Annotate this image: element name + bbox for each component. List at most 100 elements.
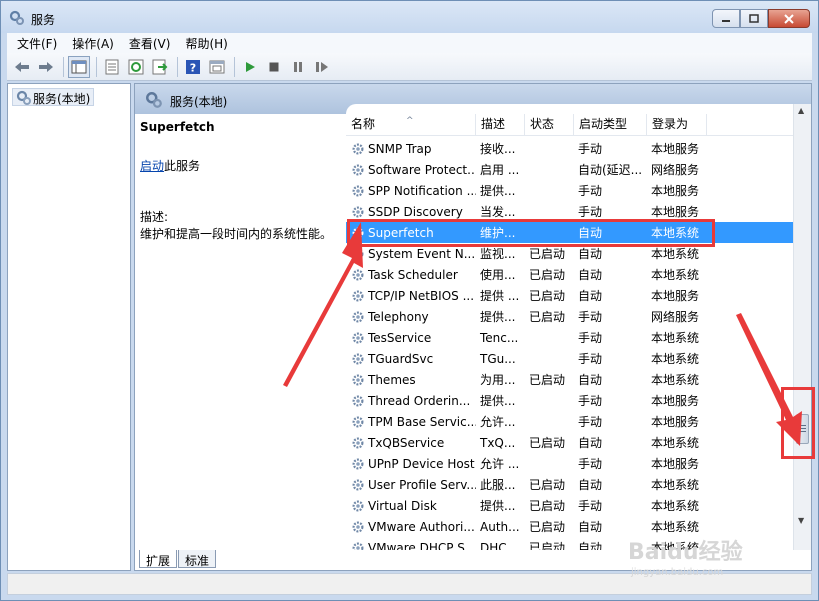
help-icon: ? [186, 59, 200, 74]
service-name: VMware DHCP S... [368, 540, 476, 551]
column-header-startup-type[interactable]: 启动类型 [574, 114, 647, 136]
services-gear-icon [146, 92, 162, 108]
service-status: 已启动 [529, 373, 566, 387]
gear-icon [352, 374, 364, 385]
resume-service-button[interactable] [311, 56, 333, 78]
service-description: 当发... [480, 205, 516, 219]
column-name-label: 名称 [351, 117, 376, 131]
service-logon: 本地系统 [651, 226, 700, 240]
service-description: TxQ... [480, 435, 516, 450]
table-row[interactable]: Superfetch 维护... 自动 本地系统 [346, 219, 793, 247]
selected-service-name: Superfetch [140, 120, 215, 134]
description-label: 描述: [140, 210, 169, 224]
service-name: SNMP Trap [368, 141, 432, 156]
help-button[interactable]: ? [182, 56, 204, 78]
column-header-name[interactable]: 名称 ^ [346, 114, 476, 136]
maximize-button[interactable] [740, 9, 768, 28]
gear-icon [352, 311, 364, 322]
close-button[interactable] [768, 9, 810, 28]
column-header-status[interactable]: 状态 [525, 114, 574, 136]
service-name-cell: Thread Orderin... [346, 394, 476, 408]
back-button[interactable] [11, 56, 33, 78]
service-startup-type: 手动 [578, 415, 603, 429]
minimize-button[interactable] [712, 9, 740, 28]
service-startup-type: 手动 [578, 184, 603, 198]
forward-button[interactable] [35, 56, 57, 78]
service-status: 已启动 [529, 499, 566, 513]
snapin-button[interactable] [206, 56, 228, 78]
gear-icon [352, 479, 364, 490]
forward-icon [39, 61, 53, 72]
scroll-down-icon[interactable]: ▼ [798, 516, 804, 525]
refresh-button[interactable] [125, 56, 147, 78]
service-startup-type: 自动 [578, 247, 603, 261]
service-name-cell: Virtual Disk [346, 499, 476, 513]
service-name: TCP/IP NetBIOS ... [368, 288, 475, 303]
service-startup-type: 自动 [578, 289, 603, 303]
menu-file[interactable]: 文件(F) [17, 35, 57, 52]
start-service-line: 启动此服务 [140, 157, 200, 174]
stop-service-button[interactable] [263, 56, 285, 78]
table-row[interactable]: Thread Orderin... 提供... 手动 本地服务 [346, 390, 793, 411]
service-name: User Profile Serv... [368, 477, 476, 492]
pause-service-button[interactable] [287, 56, 309, 78]
table-row[interactable]: Virtual Disk 提供... 已启动 手动 本地系统 [346, 495, 793, 516]
column-header-description[interactable]: 描述 [476, 114, 525, 136]
menu-action[interactable]: 操作(A) [72, 35, 114, 52]
tab-extended[interactable]: 扩展 [139, 550, 178, 568]
service-name: Software Protect... [368, 162, 476, 177]
console-tree-button[interactable] [68, 55, 90, 78]
service-name: Virtual Disk [368, 498, 437, 513]
column-status-label: 状态 [530, 117, 555, 131]
table-row[interactable]: SSDP Discovery 当发... 手动 本地服务 [346, 201, 793, 222]
menu-view[interactable]: 查看(V) [129, 35, 171, 52]
start-service-link[interactable]: 启动 [140, 159, 164, 173]
service-description: Tenc... [480, 330, 519, 345]
column-header-logon[interactable]: 登录为 [647, 114, 707, 136]
snapin-icon [209, 60, 225, 73]
tree-item-services-local[interactable]: 服务(本地) [12, 88, 95, 106]
properties-button[interactable] [101, 56, 123, 78]
vertical-scrollbar[interactable]: ▲ ▼ [793, 104, 811, 550]
table-row[interactable]: User Profile Serv... 此服... 已启动 自动 本地系统 [346, 474, 793, 495]
gear-icon [352, 521, 364, 532]
table-row[interactable]: UPnP Device Host 允许 ... 手动 本地服务 [346, 453, 793, 474]
tab-standard[interactable]: 标准 [178, 550, 217, 568]
start-service-button[interactable] [239, 56, 261, 78]
service-name-cell: VMware DHCP S... [346, 540, 476, 551]
scroll-up-icon[interactable]: ▲ [798, 106, 804, 115]
gear-icon [352, 164, 364, 175]
table-row[interactable]: Themes 为用... 已启动 自动 本地系统 [346, 369, 793, 390]
service-logon: 本地系统 [651, 331, 700, 345]
service-name-cell: TPM Base Servic... [346, 415, 476, 429]
service-logon: 本地服务 [651, 415, 700, 429]
service-name-cell: Superfetch [346, 226, 476, 240]
menu-help[interactable]: 帮助(H) [185, 35, 227, 52]
table-row[interactable]: TesService Tenc... 手动 本地系统 [346, 327, 793, 348]
service-description: 监视... [480, 247, 516, 261]
table-row[interactable]: Telephony 提供... 已启动 手动 网络服务 [346, 306, 793, 327]
services-rows: SNMP Trap 接收... 手动 本地服务 Software Protect... 启… [346, 138, 793, 550]
table-row[interactable]: System Event N... 监视... 已启动 自动 本地系统 [346, 243, 793, 264]
minimize-icon [722, 19, 730, 22]
service-status: 已启动 [529, 436, 566, 450]
services-gear-icon [16, 90, 31, 105]
table-row[interactable]: TCP/IP NetBIOS ... 提供 ... 已启动 自动 本地服务 [346, 285, 793, 306]
table-row[interactable]: SPP Notification ... 提供... 手动 本地服务 [346, 180, 793, 201]
service-details: Superfetch 启动此服务 描述: 维护和提高一段时间内的系统性能。 [140, 120, 340, 540]
baidu-watermark: Baidu经验 [628, 540, 743, 565]
service-logon: 网络服务 [651, 163, 700, 177]
service-status: 已启动 [529, 541, 566, 550]
service-startup-type: 手动 [578, 331, 603, 345]
table-row[interactable]: TxQBService TxQ... 已启动 自动 本地系统 [346, 432, 793, 453]
tree-item-label: 服务(本地) [33, 92, 91, 106]
table-row[interactable]: Task Scheduler 使用... 已启动 自动 本地系统 [346, 264, 793, 285]
service-name: UPnP Device Host [368, 456, 475, 471]
toolbar: ? [7, 53, 812, 81]
table-row[interactable]: SNMP Trap 接收... 手动 本地服务 [346, 138, 793, 159]
table-row[interactable]: TPM Base Servic... 允许... 手动 本地服务 [346, 411, 793, 432]
table-row[interactable]: Software Protect... 启用 ... 自动(延迟... 网络服务 [346, 159, 793, 180]
service-startup-type: 手动 [578, 310, 603, 324]
table-row[interactable]: TGuardSvc TGu... 手动 本地系统 [346, 348, 793, 369]
export-button[interactable] [149, 56, 171, 78]
